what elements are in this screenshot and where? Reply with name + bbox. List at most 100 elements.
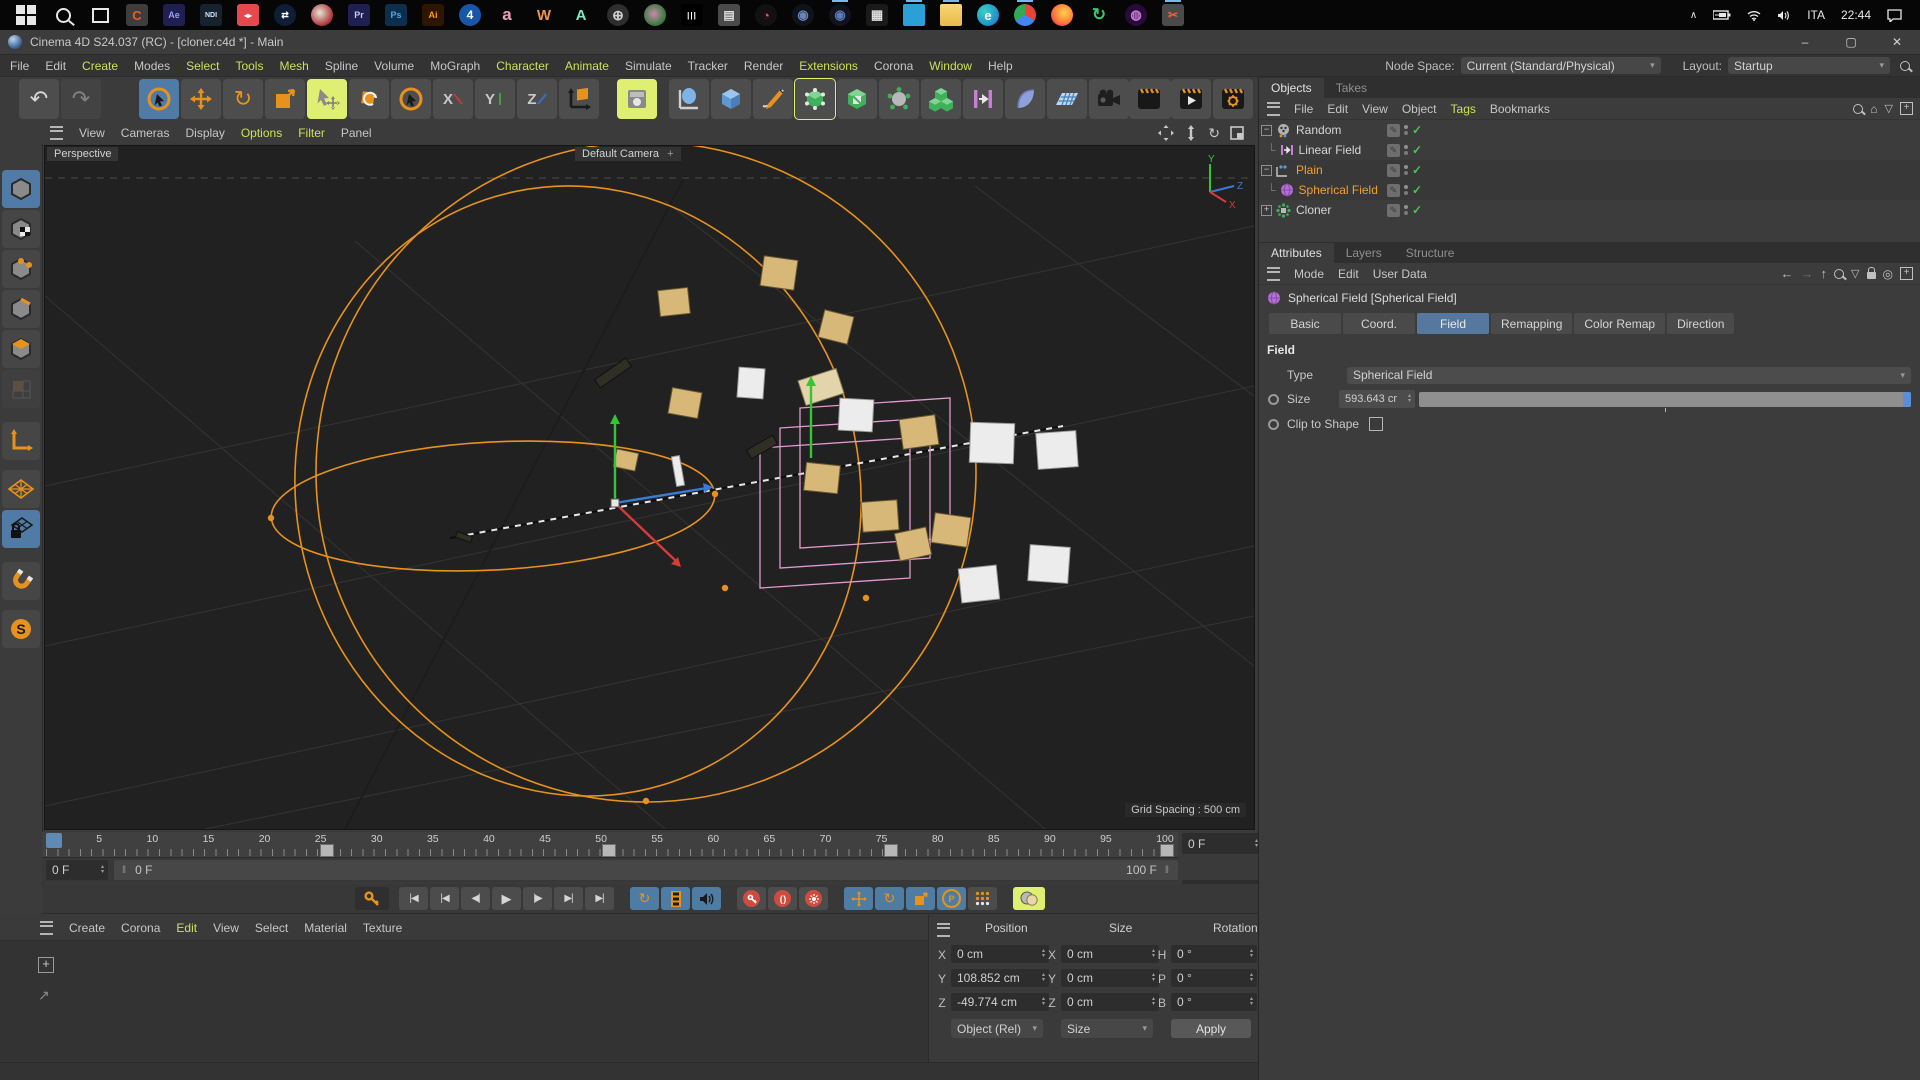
ndi-icon[interactable]: NDI (200, 4, 222, 26)
menu-spline[interactable]: Spline (325, 59, 358, 73)
tweak-mode-button[interactable] (2, 370, 40, 408)
attr-menu-edit[interactable]: Edit (1338, 267, 1359, 281)
coordinate-mode-dropdown[interactable]: Object (Rel)▾ (951, 1019, 1043, 1038)
scale-tool[interactable] (265, 79, 305, 119)
play-button[interactable]: ▶ (492, 887, 521, 910)
prev-frame-button[interactable]: ◀| (461, 887, 490, 910)
vp-menu-options[interactable]: Options (241, 126, 282, 140)
visibility-dots[interactable] (1404, 165, 1408, 175)
object-row-plain[interactable]: − Plain ✎✓ (1259, 160, 1920, 180)
rotate-view-icon[interactable]: ↻ (1208, 125, 1220, 142)
obj-menu-view[interactable]: View (1362, 102, 1388, 116)
viewport-view-label[interactable]: Perspective (47, 147, 118, 161)
rotate-tool[interactable]: ↻ (223, 79, 263, 119)
attr-filter-icon[interactable]: ▽ (1851, 267, 1859, 280)
objects-menu-icon[interactable] (1267, 102, 1280, 116)
key-position-toggle[interactable] (844, 887, 873, 910)
polygon-mode-button[interactable] (2, 330, 40, 368)
attr-tab-direction[interactable]: Direction (1667, 313, 1734, 334)
premiere-icon[interactable]: Pr (348, 4, 370, 26)
points-mode-button[interactable] (2, 250, 40, 288)
vp-menu-filter[interactable]: Filter (298, 126, 325, 140)
photoshop-icon[interactable]: Ps (385, 4, 407, 26)
render-settings-button[interactable] (1213, 79, 1253, 119)
material-manager-area[interactable]: + ↗ (0, 941, 928, 1062)
objects-home-icon[interactable]: ⌂ (1870, 102, 1877, 116)
amazon-icon[interactable]: a (496, 4, 518, 26)
menu-render[interactable]: Render (744, 59, 783, 73)
node-space-dropdown[interactable]: Current (Standard/Physical)▾ (1461, 57, 1661, 74)
current-frame-field[interactable]: 0 F ▴▾ (1182, 833, 1262, 854)
subdivision-surface-button[interactable] (795, 79, 835, 119)
chrome-icon[interactable] (1014, 4, 1036, 26)
size-value-field[interactable]: 593.643 cr ▴▾ (1339, 390, 1415, 408)
menu-select[interactable]: Select (186, 59, 219, 73)
undo-button[interactable]: ↶ (19, 79, 59, 119)
obj-menu-edit[interactable]: Edit (1327, 102, 1348, 116)
enabled-check-icon[interactable]: ✓ (1412, 183, 1422, 197)
camera-button[interactable] (1089, 79, 1129, 119)
position-y-field[interactable]: 108.852 cm▴▾ (951, 969, 1049, 987)
snap-settings-button[interactable]: S (2, 610, 40, 648)
parent-object-icon[interactable]: ↑ (1821, 266, 1828, 281)
range-start-field[interactable]: 0 F ▴▾ (46, 860, 108, 880)
loop-mode-button[interactable]: ↻ (630, 887, 659, 910)
prev-key-button[interactable]: |◀ (430, 887, 459, 910)
instance-button[interactable] (837, 79, 877, 119)
keyframe-selection-button[interactable] (799, 887, 828, 910)
menu-volume[interactable]: Volume (374, 59, 414, 73)
move-tool[interactable] (181, 79, 221, 119)
timeline-marker-100[interactable] (1160, 844, 1174, 857)
add-material-icon[interactable]: + (38, 957, 54, 973)
collapse-icon[interactable]: − (1261, 165, 1272, 176)
rotation-h-field[interactable]: 0 °▴▾ (1171, 945, 1257, 963)
spline-axis-icon[interactable] (669, 79, 709, 119)
pan-view-icon[interactable] (1158, 125, 1174, 141)
color-wheel-icon[interactable]: ◔ (755, 4, 777, 26)
coordinate-system-button[interactable] (559, 79, 599, 119)
obj-menu-bookmarks[interactable]: Bookmarks (1490, 102, 1550, 116)
media-app-icon[interactable]: ◂▸ (237, 4, 259, 26)
rotation-p-field[interactable]: 0 °▴▾ (1171, 969, 1257, 987)
history-forward-icon[interactable]: → (1801, 266, 1814, 281)
size-x-field[interactable]: 0 cm▴▾ (1061, 945, 1159, 963)
menu-window[interactable]: Window (929, 59, 972, 73)
menu-create[interactable]: Create (82, 59, 118, 73)
key-scale-toggle[interactable] (906, 887, 935, 910)
render-current-view-button[interactable] (1129, 79, 1169, 119)
visibility-dots[interactable] (1404, 145, 1408, 155)
enabled-check-icon[interactable]: ✓ (1412, 143, 1422, 157)
app-grid-icon[interactable]: ▦ (866, 4, 888, 26)
firefox-icon[interactable] (1051, 4, 1073, 26)
cinema4d-dark-icon[interactable]: ◉ (792, 4, 814, 26)
lock-x-axis-button[interactable]: X (433, 79, 473, 119)
object-row-random[interactable]: − Random ✎✓ (1259, 120, 1920, 140)
keyframe-points-button[interactable] (968, 887, 997, 910)
tor-browser-icon[interactable]: ◍ (1125, 4, 1147, 26)
render-picture-viewer-button[interactable] (1171, 79, 1211, 119)
play-mode-button[interactable] (661, 887, 690, 910)
dolly-view-icon[interactable] (1184, 125, 1198, 141)
object-row-cloner[interactable]: + Cloner ✎✓ (1259, 200, 1920, 220)
timeline-ruler[interactable]: 0510 152025 303540 455055 606570 758085 … (42, 832, 1178, 858)
wifi-icon[interactable] (1747, 10, 1761, 21)
history-back-icon[interactable]: ← (1781, 266, 1794, 281)
visibility-dots[interactable] (1404, 205, 1408, 215)
obj-menu-object[interactable]: Object (1402, 102, 1437, 116)
object-row-linear-field[interactable]: └ Linear Field ✎✓ (1259, 140, 1920, 160)
sync-app-icon[interactable]: ↻ (1088, 4, 1110, 26)
vp-menu-panel[interactable]: Panel (341, 126, 372, 140)
effector-button[interactable] (879, 79, 919, 119)
attr-tab-coord[interactable]: Coord. (1343, 313, 1415, 334)
mat-menu-select[interactable]: Select (255, 921, 288, 935)
attr-tab-basic[interactable]: Basic (1269, 313, 1341, 334)
mat-menu-create[interactable]: Create (69, 921, 105, 935)
close-button[interactable]: ✕ (1874, 30, 1920, 54)
live-selection-tool[interactable] (139, 79, 179, 119)
menu-animate[interactable]: Animate (565, 59, 609, 73)
winrar-icon[interactable]: W (533, 4, 555, 26)
redo-button[interactable]: ↷ (61, 79, 101, 119)
layer-toggle-icon[interactable]: ✎ (1387, 204, 1400, 217)
tab-structure[interactable]: Structure (1394, 243, 1467, 263)
size-mode-dropdown[interactable]: Size▾ (1061, 1019, 1153, 1038)
